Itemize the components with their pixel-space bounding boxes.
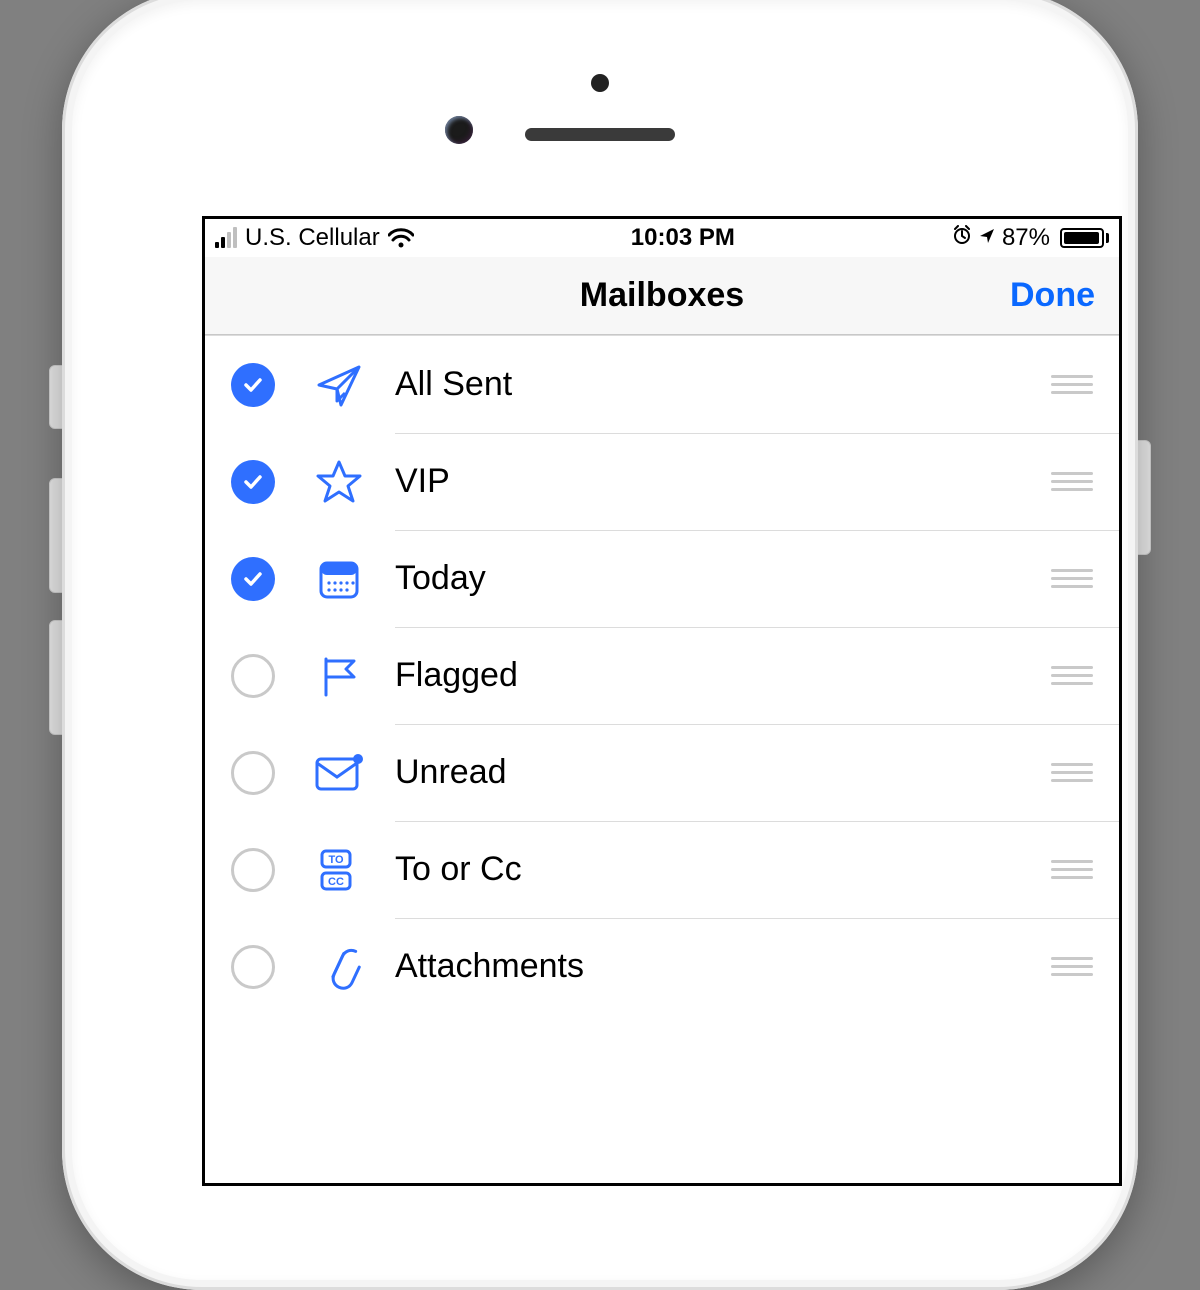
wifi-icon	[388, 228, 414, 248]
drag-handle-icon[interactable]	[1051, 467, 1093, 496]
list-item[interactable]: Attachments	[205, 918, 1119, 1015]
location-icon	[978, 224, 996, 252]
item-label: VIP	[395, 462, 1051, 501]
drag-handle-icon[interactable]	[1051, 758, 1093, 787]
checkbox[interactable]	[231, 363, 275, 407]
volume-up-button	[49, 478, 63, 593]
checkbox[interactable]	[231, 557, 275, 601]
drag-handle-icon[interactable]	[1051, 564, 1093, 593]
mailbox-list: All Sent VIP	[205, 335, 1119, 1015]
mute-switch	[49, 365, 63, 429]
checkbox[interactable]	[231, 945, 275, 989]
checkbox[interactable]	[231, 654, 275, 698]
battery-icon	[1056, 228, 1109, 248]
item-label: To or Cc	[395, 850, 1051, 889]
drag-handle-icon[interactable]	[1051, 952, 1093, 981]
to-cc-icon: TO CC	[313, 844, 365, 896]
item-label: Unread	[395, 753, 1051, 792]
item-label: Attachments	[395, 947, 1051, 986]
envelope-dot-icon	[313, 747, 365, 799]
list-item[interactable]: TO CC To or Cc	[205, 821, 1119, 918]
volume-down-button	[49, 620, 63, 735]
svg-text:CC: CC	[328, 876, 344, 888]
drag-handle-icon[interactable]	[1051, 370, 1093, 399]
paperclip-icon	[313, 941, 365, 993]
status-time: 10:03 PM	[414, 224, 952, 252]
list-item[interactable]: Today	[205, 530, 1119, 627]
item-label: Flagged	[395, 656, 1051, 695]
battery-percent: 87%	[1002, 224, 1050, 252]
list-item[interactable]: All Sent	[205, 336, 1119, 433]
screen: U.S. Cellular 10:03 PM 87%	[202, 216, 1122, 1186]
cellular-signal-icon	[215, 228, 237, 248]
carrier-label: U.S. Cellular	[245, 224, 380, 252]
paper-plane-icon	[313, 359, 365, 411]
status-bar: U.S. Cellular 10:03 PM 87%	[205, 219, 1119, 257]
star-icon	[313, 456, 365, 508]
alarm-icon	[952, 224, 972, 252]
svg-text:TO: TO	[328, 854, 344, 866]
list-item[interactable]: Flagged	[205, 627, 1119, 724]
power-button	[1137, 440, 1151, 555]
drag-handle-icon[interactable]	[1051, 661, 1093, 690]
page-title: Mailboxes	[205, 276, 1119, 315]
checkbox[interactable]	[231, 848, 275, 892]
battery-fill	[1064, 232, 1099, 244]
checkbox[interactable]	[231, 460, 275, 504]
list-item[interactable]: Unread	[205, 724, 1119, 821]
flag-icon	[313, 650, 365, 702]
calendar-icon	[313, 553, 365, 605]
proximity-sensor	[591, 74, 609, 92]
drag-handle-icon[interactable]	[1051, 855, 1093, 884]
phone-body: U.S. Cellular 10:03 PM 87%	[62, 0, 1138, 1290]
item-label: All Sent	[395, 365, 1051, 404]
done-button[interactable]: Done	[1010, 276, 1095, 315]
item-label: Today	[395, 559, 1051, 598]
earpiece-speaker	[525, 128, 675, 141]
nav-bar: Mailboxes Done	[205, 257, 1119, 335]
front-camera	[445, 116, 473, 144]
list-item[interactable]: VIP	[205, 433, 1119, 530]
checkbox[interactable]	[231, 751, 275, 795]
